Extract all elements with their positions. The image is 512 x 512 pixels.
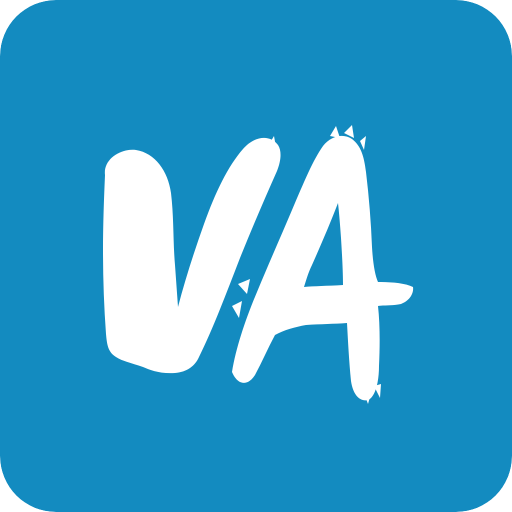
app-icon[interactable]: [0, 0, 512, 512]
va-brush-logo-icon: [0, 0, 512, 512]
icon-background: [0, 0, 512, 512]
